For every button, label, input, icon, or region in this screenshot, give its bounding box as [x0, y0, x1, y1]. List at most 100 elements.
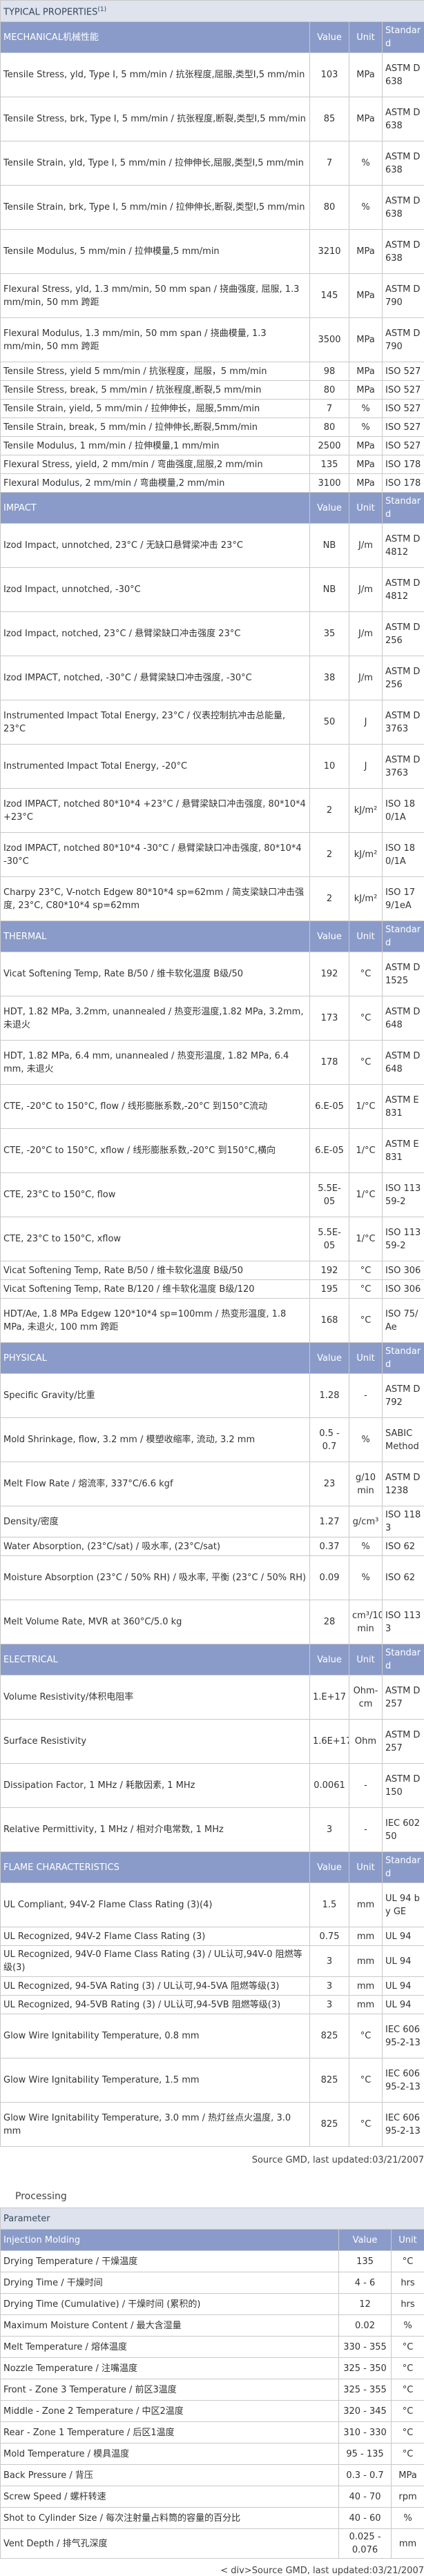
property-value: 3: [310, 1946, 349, 1977]
property-name: Tensile Strain, yld, Type I, 5 mm/min / …: [1, 141, 310, 186]
property-unit: °C: [349, 1261, 383, 1280]
property-row: Glow Wire Ignitability Temperature, 3.0 …: [1, 2103, 424, 2147]
property-standard: ASTM D 638: [383, 97, 424, 141]
section-header-row: FLAME CHARACTERISTICSValueUnitStandard: [1, 1852, 424, 1883]
parameter-name: Middle - Zone 2 Temperature / 中区2温度: [1, 2401, 339, 2422]
parameter-value: 12: [339, 2294, 392, 2315]
property-name: Tensile Stress, yield 5 mm/min / 抗张程度，屈服…: [1, 362, 310, 381]
property-unit: MPa: [349, 362, 383, 381]
property-value: 80: [310, 418, 349, 437]
parameter-value: 325 - 350: [339, 2358, 392, 2379]
property-row: Flexural Stress, yld, 1.3 mm/min, 50 mm …: [1, 274, 424, 318]
property-name: Specific Gravity/比重: [1, 1374, 310, 1418]
parameter-unit: %: [392, 2508, 424, 2529]
property-name: Vicat Softening Temp, Rate B/50 / 维卡软化温度…: [1, 952, 310, 996]
property-unit: mm: [349, 1883, 383, 1927]
property-row: Melt Flow Rate / 熔流率, 337°C/6.6 kgf23g/1…: [1, 1462, 424, 1506]
property-row: Izod Impact, unnotched, -30°CNBJ/mASTM D…: [1, 568, 424, 612]
property-row: UL Compliant, 94V-2 Flame Class Rating (…: [1, 1883, 424, 1927]
property-unit: mm: [349, 1977, 383, 1996]
property-name: Dissipation Factor, 1 MHz / 耗散因素, 1 MHz: [1, 1764, 310, 1808]
parameter-value: 135: [339, 2251, 392, 2272]
property-name: CTE, -20°C to 150°C, flow / 线形膨胀系数,-20°C…: [1, 1085, 310, 1129]
property-name: HDT, 1.82 MPa, 3.2mm, unannealed / 热变形温度…: [1, 996, 310, 1041]
property-name: Glow Wire Ignitability Temperature, 0.8 …: [1, 2014, 310, 2058]
property-row: CTE, -20°C to 150°C, flow / 线形膨胀系数,-20°C…: [1, 1085, 424, 1129]
property-row: Dissipation Factor, 1 MHz / 耗散因素, 1 MHz0…: [1, 1764, 424, 1808]
parameter-name: Nozzle Temperature / 注嘴温度: [1, 2358, 339, 2379]
property-row: Glow Wire Ignitability Temperature, 1.5 …: [1, 2058, 424, 2103]
parameter-unit: °C: [392, 2358, 424, 2379]
parameter-unit: °C: [392, 2337, 424, 2358]
typical-properties-title-row: TYPICAL PROPERTIES(1): [1, 1, 424, 22]
property-value: 6.E-05: [310, 1129, 349, 1173]
property-standard: ASTM D 257: [383, 1675, 424, 1720]
property-standard: ASTM E 831: [383, 1129, 424, 1173]
property-value: 38: [310, 656, 349, 700]
processing-label: Processing: [0, 2172, 424, 2208]
column-header-standard: Standard: [383, 921, 424, 952]
property-value: 2: [310, 833, 349, 877]
property-unit: °C: [349, 1299, 383, 1343]
property-row: Flexural Modulus, 1.3 mm/min, 50 mm span…: [1, 318, 424, 362]
parameter-value: 0.02: [339, 2315, 392, 2337]
property-unit: kJ/m²: [349, 877, 383, 921]
property-unit: %: [349, 400, 383, 418]
property-row: UL Recognized, 94-5VB Rating (3) / UL认可,…: [1, 1996, 424, 2014]
property-row: Volume Resistivity/体积电阻率1.E+17Ohm-cmASTM…: [1, 1675, 424, 1720]
property-unit: J/m: [349, 612, 383, 656]
property-standard: UL 94: [383, 1927, 424, 1946]
property-standard: ASTM D 4812: [383, 524, 424, 568]
property-standard: ISO 62: [383, 1556, 424, 1600]
property-standard: ISO 306: [383, 1280, 424, 1299]
property-standard: ASTM D 638: [383, 53, 424, 97]
property-value: 2: [310, 877, 349, 921]
property-row: Moisture Absorption (23°C / 50% RH) / 吸水…: [1, 1556, 424, 1600]
section-header-row: ELECTRICALValueUnitStandard: [1, 1644, 424, 1675]
column-header-standard: Standard: [383, 493, 424, 524]
property-row: Vicat Softening Temp, Rate B/50 / 维卡软化温度…: [1, 952, 424, 996]
property-value: 3500: [310, 318, 349, 362]
property-standard: ISO 527: [383, 437, 424, 455]
section-name: IMPACT: [1, 493, 310, 524]
processing-row: Drying Temperature / 干燥温度135°C: [1, 2251, 424, 2272]
property-standard: IEC 60250: [383, 1808, 424, 1852]
parameter-value: 330 - 355: [339, 2337, 392, 2358]
column-header-unit: Unit: [349, 1852, 383, 1883]
property-standard: ISO 1133: [383, 1600, 424, 1644]
property-value: 0.37: [310, 1537, 349, 1556]
parameter-name: Drying Temperature / 干燥温度: [1, 2251, 339, 2272]
property-standard: ISO 11359-2: [383, 1217, 424, 1261]
property-row: Relative Permittivity, 1 MHz / 相对介电常数, 1…: [1, 1808, 424, 1852]
property-unit: °C: [349, 1041, 383, 1085]
property-unit: MPa: [349, 318, 383, 362]
property-row: Melt Volume Rate, MVR at 360°C/5.0 kg28c…: [1, 1600, 424, 1644]
property-row: Density/密度1.27g/cm³ISO 1183: [1, 1506, 424, 1537]
property-value: 2500: [310, 437, 349, 455]
property-row: Izod Impact, unnotched, 23°C / 无缺口悬臂梁冲击 …: [1, 524, 424, 568]
property-row: Mold Shrinkage, flow, 3.2 mm / 模塑收缩率, 流动…: [1, 1418, 424, 1462]
property-value: 85: [310, 97, 349, 141]
property-standard: ISO 527: [383, 418, 424, 437]
parameter-name: Mold Temperature / 模具温度: [1, 2444, 339, 2465]
property-name: Mold Shrinkage, flow, 3.2 mm / 模塑收缩率, 流动…: [1, 1418, 310, 1462]
property-row: UL Recognized, 94-5VA Rating (3) / UL认可,…: [1, 1977, 424, 1996]
property-name: CTE, 23°C to 150°C, xflow: [1, 1217, 310, 1261]
property-row: Tensile Stress, yld, Type I, 5 mm/min / …: [1, 53, 424, 97]
processing-section-name: Injection Molding: [1, 2230, 339, 2251]
property-value: 80: [310, 186, 349, 230]
property-value: 7: [310, 141, 349, 186]
property-name: Tensile Strain, brk, Type I, 5 mm/min / …: [1, 186, 310, 230]
property-unit: J: [349, 745, 383, 789]
property-unit: J/m: [349, 524, 383, 568]
property-value: 3: [310, 1996, 349, 2014]
section-name: PHYSICAL: [1, 1343, 310, 1374]
property-unit: -: [349, 1374, 383, 1418]
property-row: Vicat Softening Temp, Rate B/50 / 维卡软化温度…: [1, 1261, 424, 1280]
property-standard: ISO 179/1eA: [383, 877, 424, 921]
processing-row: Drying Time / 干燥时间4 - 6hrs: [1, 2272, 424, 2294]
property-row: Tensile Modulus, 1 mm/min / 拉伸模量,1 mm/mi…: [1, 437, 424, 455]
property-name: Density/密度: [1, 1506, 310, 1537]
property-name: Flexural Modulus, 1.3 mm/min, 50 mm span…: [1, 318, 310, 362]
property-standard: ASTM D 1525: [383, 952, 424, 996]
